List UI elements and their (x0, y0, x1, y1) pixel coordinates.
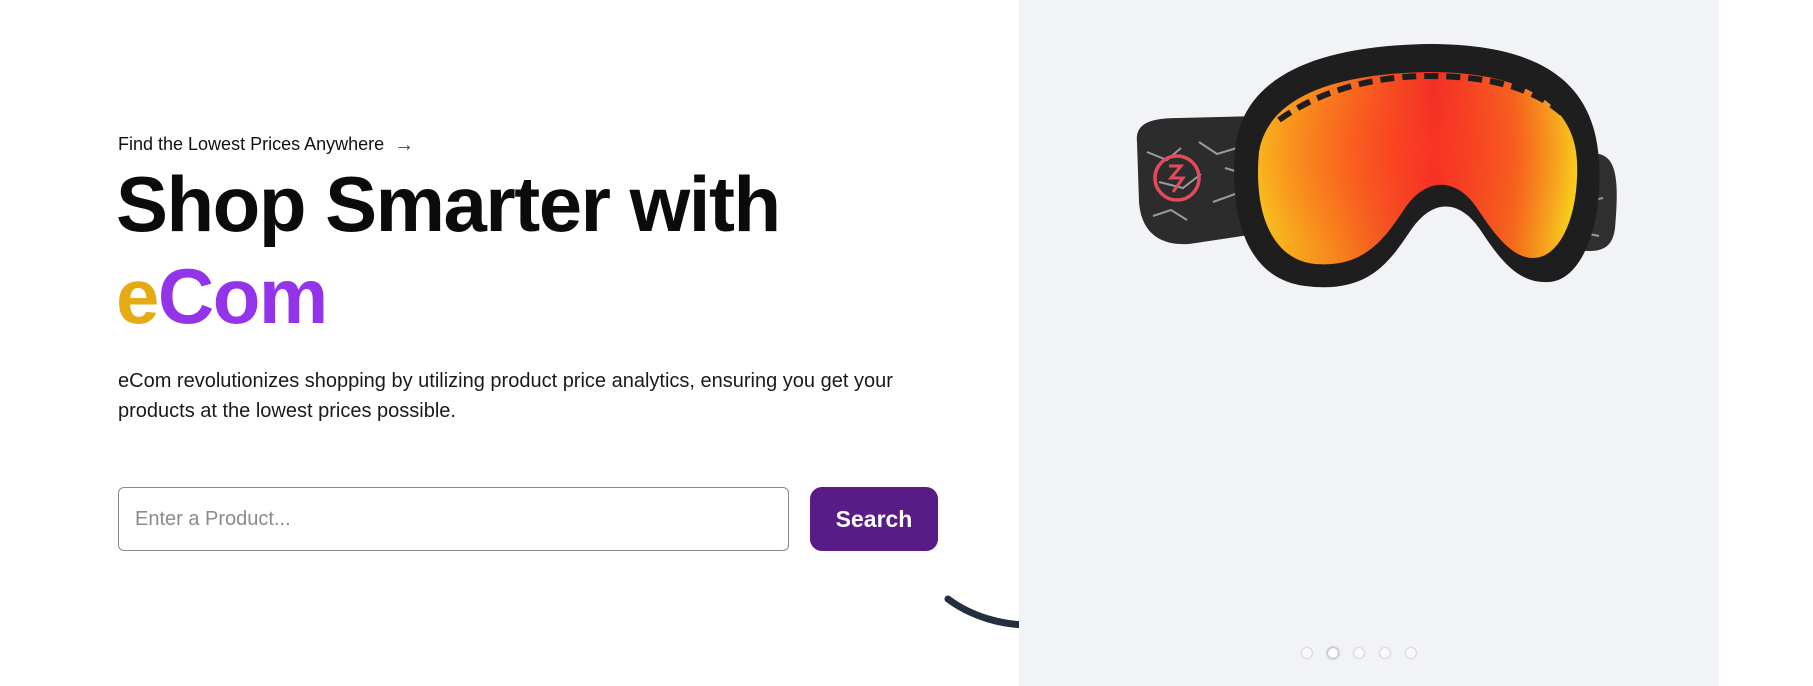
carousel-dot-4[interactable] (1380, 648, 1390, 658)
ski-goggles-image (1136, 44, 1617, 288)
search-button[interactable]: Search (810, 487, 938, 551)
hero-eyebrow-text: Find the Lowest Prices Anywhere (118, 134, 385, 154)
arrow-right-icon: → (394, 133, 415, 156)
brand-com: Com (157, 252, 328, 340)
carousel-dot-1[interactable] (1302, 648, 1312, 658)
page: Find the Lowest Prices Anywhere → Shop S… (0, 0, 1813, 686)
carousel-dot-3[interactable] (1354, 648, 1364, 658)
headline-line-1: Shop Smarter with (116, 160, 781, 248)
product-carousel (1019, 0, 1719, 686)
product-search-input[interactable] (118, 487, 789, 551)
brand-e: e (116, 252, 159, 340)
hero-section: Find the Lowest Prices Anywhere → Shop S… (0, 0, 1134, 686)
hero-description: eCom revolutionizes shopping by utilizin… (118, 370, 893, 422)
carousel-dot-5[interactable] (1406, 648, 1416, 658)
carousel-indicators (1302, 648, 1416, 658)
hero-eyebrow-link[interactable]: Find the Lowest Prices Anywhere → (118, 134, 414, 155)
carousel-dot-2-active[interactable] (1328, 648, 1338, 658)
hero-headline: Shop Smarter with eCom (116, 158, 781, 342)
